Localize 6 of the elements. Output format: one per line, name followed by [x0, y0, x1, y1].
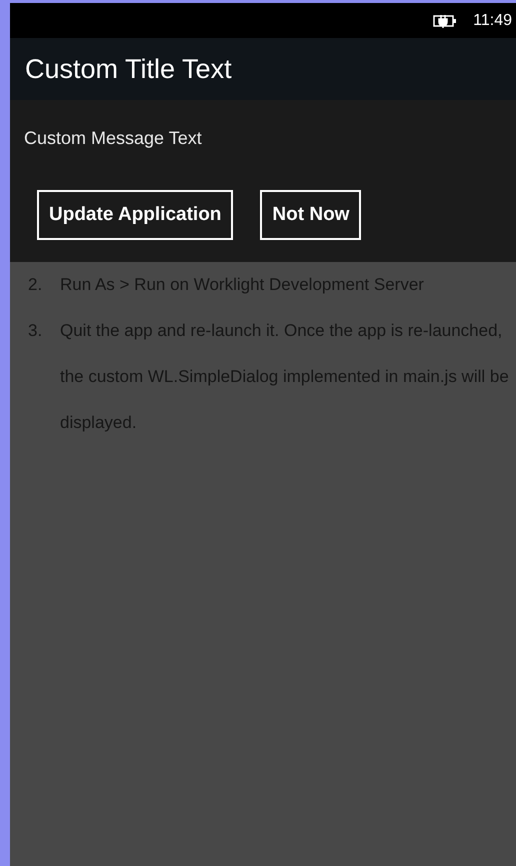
dialog-button[interactable]: Update Application [37, 190, 234, 240]
dialog-button[interactable]: Not Now [260, 190, 362, 240]
status-time: 11:49 [473, 10, 512, 30]
dialog-message: Custom Message Text [24, 127, 203, 150]
charging-battery-icon [433, 14, 458, 28]
dialog-title: Custom Title Text [25, 52, 232, 86]
